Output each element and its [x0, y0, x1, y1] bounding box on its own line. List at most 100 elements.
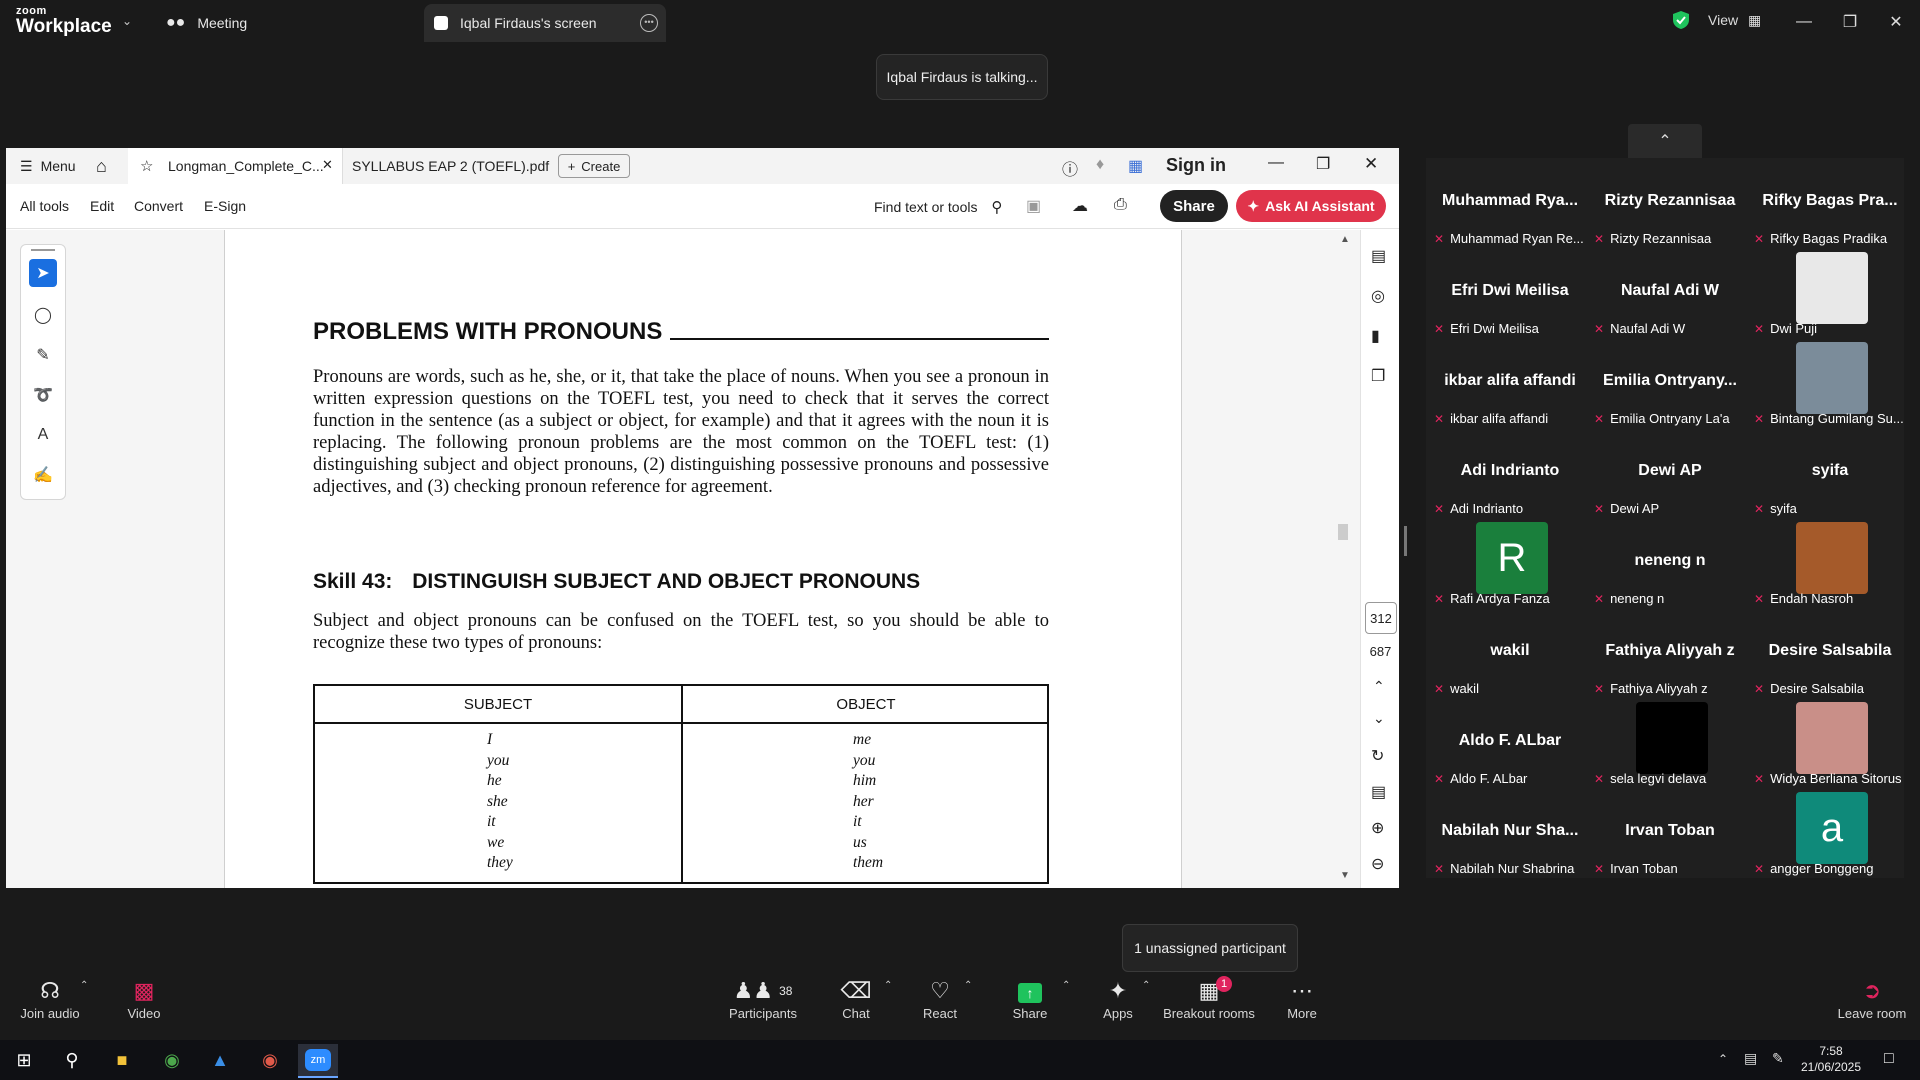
zoom-taskbar-icon[interactable]: zm — [298, 1044, 338, 1078]
pen-icon[interactable]: ✎ — [1772, 1050, 1784, 1067]
home-icon[interactable]: ⌂ — [96, 156, 107, 177]
participant-tile[interactable]: Rizty Rezannisaa ✕ Rizty Rezannisaa — [1590, 158, 1750, 248]
summary-icon[interactable]: ▤ — [1371, 246, 1386, 266]
react-options-caret[interactable]: ⌃ — [964, 980, 972, 991]
comments-panel-icon[interactable]: ◎ — [1371, 286, 1385, 306]
participant-tile[interactable]: ✕ Endah Nasroh — [1750, 518, 1910, 608]
panel-resize-handle[interactable] — [1404, 526, 1407, 556]
more-button[interactable]: ⋯ More — [1260, 976, 1344, 1021]
chrome-icon[interactable]: ◉ — [152, 1044, 192, 1076]
upload-cloud-icon[interactable]: ☁ — [1072, 196, 1088, 216]
participant-tile[interactable]: Emilia Ontryany... ✕ Emilia Ontryany La'a — [1590, 338, 1750, 428]
network-icon[interactable]: ▤ — [1744, 1050, 1757, 1067]
participant-tile[interactable]: a ✕ angger Bonggeng — [1750, 788, 1910, 878]
windows-start-icon[interactable]: ⊞ — [4, 1044, 44, 1076]
print-icon[interactable]: ⎙ — [1114, 196, 1127, 214]
participant-tile[interactable]: syifa ✕ syifa — [1750, 428, 1910, 518]
restore-button[interactable]: ❐ — [1830, 8, 1870, 36]
star-icon[interactable]: ☆ — [140, 157, 153, 175]
apps-grid-icon[interactable]: ▦ — [1128, 156, 1143, 176]
participant-tile[interactable]: ✕ Bintang Gumilang Su... — [1750, 338, 1910, 428]
zoom-in-icon[interactable]: ⊕ — [1371, 818, 1384, 838]
participant-tile[interactable]: Efri Dwi Meilisa ✕ Efri Dwi Meilisa — [1430, 248, 1590, 338]
draw-lasso-icon[interactable]: ➰ — [29, 381, 57, 409]
view-button[interactable]: View ▦ — [1708, 12, 1761, 29]
previous-page-icon[interactable]: ⌃ — [1373, 678, 1385, 695]
save-icon[interactable]: ▣ — [1026, 196, 1041, 216]
participant-tile[interactable]: ikbar alifa affandi ✕ ikbar alifa affandi — [1430, 338, 1590, 428]
bell-icon[interactable]: ♦ — [1096, 156, 1104, 174]
vertical-scrollbar[interactable]: ▲ ▼ — [1336, 234, 1350, 884]
next-page-icon[interactable]: ⌄ — [1373, 710, 1385, 727]
find-tools-field[interactable]: Find text or tools ⚲ — [874, 198, 1002, 216]
chevron-down-icon[interactable]: ⌄ — [122, 14, 132, 28]
share-button[interactable]: Share — [1160, 190, 1228, 222]
text-box-icon[interactable]: A — [29, 421, 57, 449]
highlight-pen-icon[interactable]: ✎ — [29, 341, 57, 369]
minimize-button[interactable]: — — [1784, 8, 1824, 36]
participant-tile[interactable]: wakil ✕ wakil — [1430, 608, 1590, 698]
participant-tile[interactable]: Adi Indrianto ✕ Adi Indrianto — [1430, 428, 1590, 518]
tool-esign[interactable]: E-Sign — [204, 198, 246, 214]
collapse-gallery-button[interactable]: ⌃ — [1628, 124, 1702, 158]
comment-icon[interactable]: ◯ — [29, 301, 57, 329]
sign-icon[interactable]: ✍ — [29, 461, 57, 489]
participant-tile[interactable]: neneng n ✕ neneng n — [1590, 518, 1750, 608]
share-options-caret[interactable]: ⌃ — [1062, 980, 1070, 991]
tool-convert[interactable]: Convert — [134, 198, 183, 214]
tab-longman[interactable]: ☆ Longman_Complete_C... ✕ — [128, 148, 343, 184]
participant-tile[interactable]: Irvan Toban ✕ Irvan Toban — [1590, 788, 1750, 878]
participant-tile[interactable]: ✕ Dwi Puji — [1750, 248, 1910, 338]
create-button[interactable]: + Create — [558, 154, 630, 178]
chat-options-caret[interactable]: ⌃ — [884, 980, 892, 991]
notifications-icon[interactable]: □ — [1884, 1050, 1894, 1068]
leave-room-button[interactable]: ➲ Leave room — [1830, 976, 1914, 1021]
scroll-up-arrow[interactable]: ▲ — [1340, 234, 1350, 245]
tool-edit[interactable]: Edit — [90, 198, 114, 214]
acrobat-close-button[interactable]: ✕ — [1364, 154, 1378, 174]
participant-tile[interactable]: Naufal Adi W ✕ Naufal Adi W — [1590, 248, 1750, 338]
scroll-thumb[interactable] — [1338, 524, 1348, 540]
participant-tile[interactable]: R ✕ Rafi Ardya Fanza — [1430, 518, 1590, 608]
ai-assistant-button[interactable]: ✦ Ask AI Assistant — [1236, 190, 1386, 222]
clock[interactable]: 7:58 21/06/2025 — [1796, 1043, 1866, 1075]
share-screen-button[interactable]: ↑ Share — [988, 976, 1072, 1021]
taskbar-search-icon[interactable]: ⚲ — [52, 1044, 92, 1076]
select-cursor-icon[interactable]: ➤ — [29, 259, 57, 287]
tab-meeting[interactable]: ●● Meeting — [166, 4, 406, 42]
tray-overflow-icon[interactable]: ⌃ — [1718, 1052, 1728, 1066]
participant-tile[interactable]: ✕ Widya Berliana Sitorus — [1750, 698, 1910, 788]
participants-button[interactable]: ♟♟ 38 Participants — [708, 976, 818, 1021]
participant-tile[interactable]: Nabilah Nur Sha... ✕ Nabilah Nur Shabrina — [1430, 788, 1590, 878]
app-store-icon[interactable]: ▲ — [200, 1044, 240, 1076]
participant-tile[interactable]: Fathiya Aliyyah z ✕ Fathiya Aliyyah z — [1590, 608, 1750, 698]
participant-tile[interactable]: Desire Salsabila ✕ Desire Salsabila — [1750, 608, 1910, 698]
participant-tile[interactable]: ✕ sela legvi delava — [1590, 698, 1750, 788]
participant-tile[interactable]: Aldo F. ALbar ✕ Aldo F. ALbar — [1430, 698, 1590, 788]
help-icon[interactable]: ⓘ — [1062, 156, 1078, 180]
chrome-profile-icon[interactable]: ◉ — [250, 1044, 290, 1076]
participant-tile[interactable]: Muhammad Rya... ✕ Muhammad Ryan Re... — [1430, 158, 1590, 248]
audio-options-caret[interactable]: ⌃ — [80, 980, 88, 991]
zoom-out-icon[interactable]: ⊖ — [1371, 854, 1384, 874]
acrobat-maximize-button[interactable]: ❐ — [1316, 154, 1330, 174]
acrobat-minimize-button[interactable]: — — [1268, 154, 1284, 172]
close-tab-icon[interactable]: ✕ — [322, 157, 333, 173]
pages-icon[interactable]: ❐ — [1371, 366, 1385, 386]
apps-options-caret[interactable]: ⌃ — [1142, 980, 1150, 991]
tab-shared-screen[interactable]: Iqbal Firdaus's screen ••• — [424, 4, 666, 42]
participant-tile[interactable]: Dewi AP ✕ Dewi AP — [1590, 428, 1750, 518]
more-options-icon[interactable]: ••• — [640, 14, 658, 32]
sign-in-link[interactable]: Sign in — [1166, 155, 1226, 176]
file-explorer-icon[interactable]: ■ — [102, 1044, 142, 1076]
tool-all-tools[interactable]: All tools — [20, 198, 69, 214]
tab-syllabus[interactable]: SYLLABUS EAP 2 (TOEFL).pdf — [352, 158, 549, 174]
breakout-rooms-button[interactable]: ▦ 1 Breakout rooms — [1154, 976, 1264, 1021]
close-button[interactable]: ✕ — [1876, 8, 1916, 36]
bookmark-icon[interactable]: ▮ — [1371, 326, 1380, 346]
page-number-field[interactable]: 312 — [1365, 602, 1397, 634]
page-doc-icon[interactable]: ▤ — [1371, 782, 1386, 802]
rotate-icon[interactable]: ↻ — [1371, 746, 1384, 766]
participant-tile[interactable]: Rifky Bagas Pra... ✕ Rifky Bagas Pradika — [1750, 158, 1910, 248]
menu-button[interactable]: ☰ Menu — [20, 158, 76, 175]
